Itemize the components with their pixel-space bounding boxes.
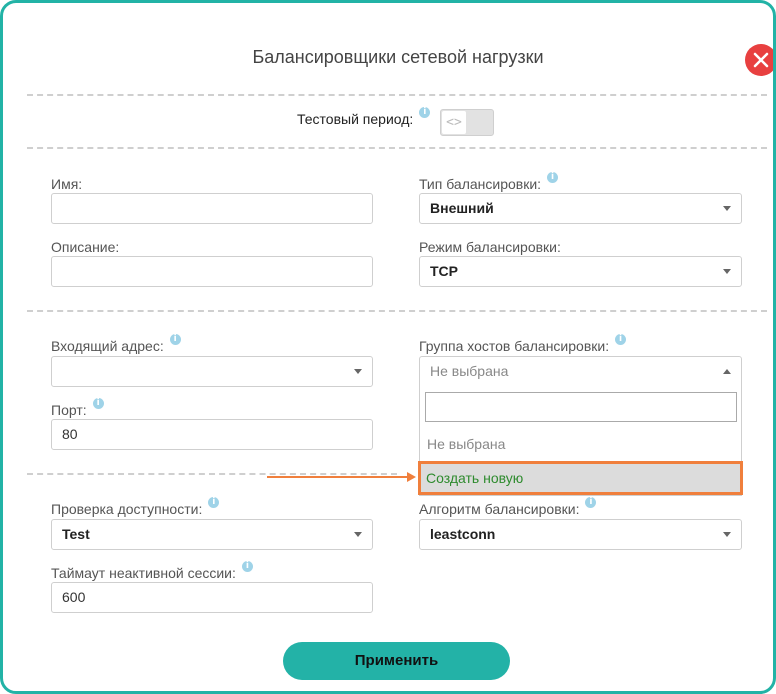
dropdown-option-create-new[interactable]: Создать новую — [418, 461, 743, 495]
dropdown-option-none[interactable]: Не выбрана — [420, 430, 741, 458]
dialog-title: Балансировщики сетевой нагрузки — [252, 47, 544, 67]
balancing-type-select[interactable]: Внешний — [419, 193, 742, 224]
port-input[interactable]: 80 — [51, 419, 373, 450]
algorithm-value: leastconn — [430, 526, 496, 542]
host-group-search-input[interactable] — [425, 392, 737, 422]
info-icon: i — [585, 497, 597, 508]
info-icon: i — [169, 334, 181, 345]
chevron-up-icon — [723, 369, 731, 374]
balancing-mode-label: Режим балансировки: — [419, 239, 561, 255]
info-icon: i — [92, 398, 104, 409]
incoming-address-select[interactable] — [51, 356, 373, 387]
close-icon — [753, 52, 769, 68]
chevron-down-icon — [723, 532, 731, 537]
port-label: Порт: i — [51, 398, 104, 418]
info-icon: i — [241, 561, 253, 572]
trial-period-toggle[interactable]: <> — [440, 109, 494, 136]
description-label: Описание: — [51, 239, 120, 255]
host-group-label: Группа хостов балансировки: i — [419, 334, 627, 354]
close-button[interactable] — [745, 44, 773, 76]
create-new-label: Создать новую — [426, 470, 524, 486]
balancing-type-value: Внешний — [430, 200, 494, 216]
availability-check-select[interactable]: Test — [51, 519, 373, 550]
info-icon: i — [547, 172, 559, 183]
annotation-arrow-head-icon — [407, 472, 416, 482]
divider — [27, 473, 397, 475]
trial-period-label: Тестовый период: i — [297, 107, 431, 127]
balancing-type-label: Тип балансировки: i — [419, 172, 559, 192]
dialog-frame: Балансировщики сетевой нагрузки Тестовый… — [0, 0, 776, 694]
timeout-input[interactable]: 600 — [51, 582, 373, 613]
annotation-arrow-line — [267, 476, 409, 478]
description-input[interactable] — [51, 256, 373, 287]
divider — [27, 310, 767, 312]
divider — [27, 94, 767, 96]
info-icon: i — [615, 334, 627, 345]
balancing-mode-value: TCP — [430, 263, 458, 279]
toggle-knob-icon: <> — [442, 111, 466, 134]
availability-check-label: Проверка доступности: i — [51, 497, 220, 517]
info-icon: i — [208, 497, 220, 508]
balancing-mode-select[interactable]: TCP — [419, 256, 742, 287]
host-group-value: Не выбрана — [430, 363, 509, 379]
algorithm-select[interactable]: leastconn — [419, 519, 742, 550]
name-label: Имя: — [51, 176, 83, 192]
chevron-down-icon — [354, 532, 362, 537]
incoming-address-label: Входящий адрес: i — [51, 334, 181, 354]
chevron-down-icon — [723, 269, 731, 274]
chevron-down-icon — [354, 369, 362, 374]
info-icon: i — [419, 107, 431, 118]
algorithm-label: Алгоритм балансировки: i — [419, 497, 597, 517]
name-input[interactable] — [51, 193, 373, 224]
apply-button[interactable]: Применить — [283, 642, 510, 680]
availability-check-value: Test — [62, 526, 90, 542]
divider — [27, 147, 767, 149]
chevron-down-icon — [723, 206, 731, 211]
host-group-select[interactable]: Не выбрана — [419, 356, 742, 387]
timeout-label: Таймаут неактивной сессии: i — [51, 561, 253, 581]
